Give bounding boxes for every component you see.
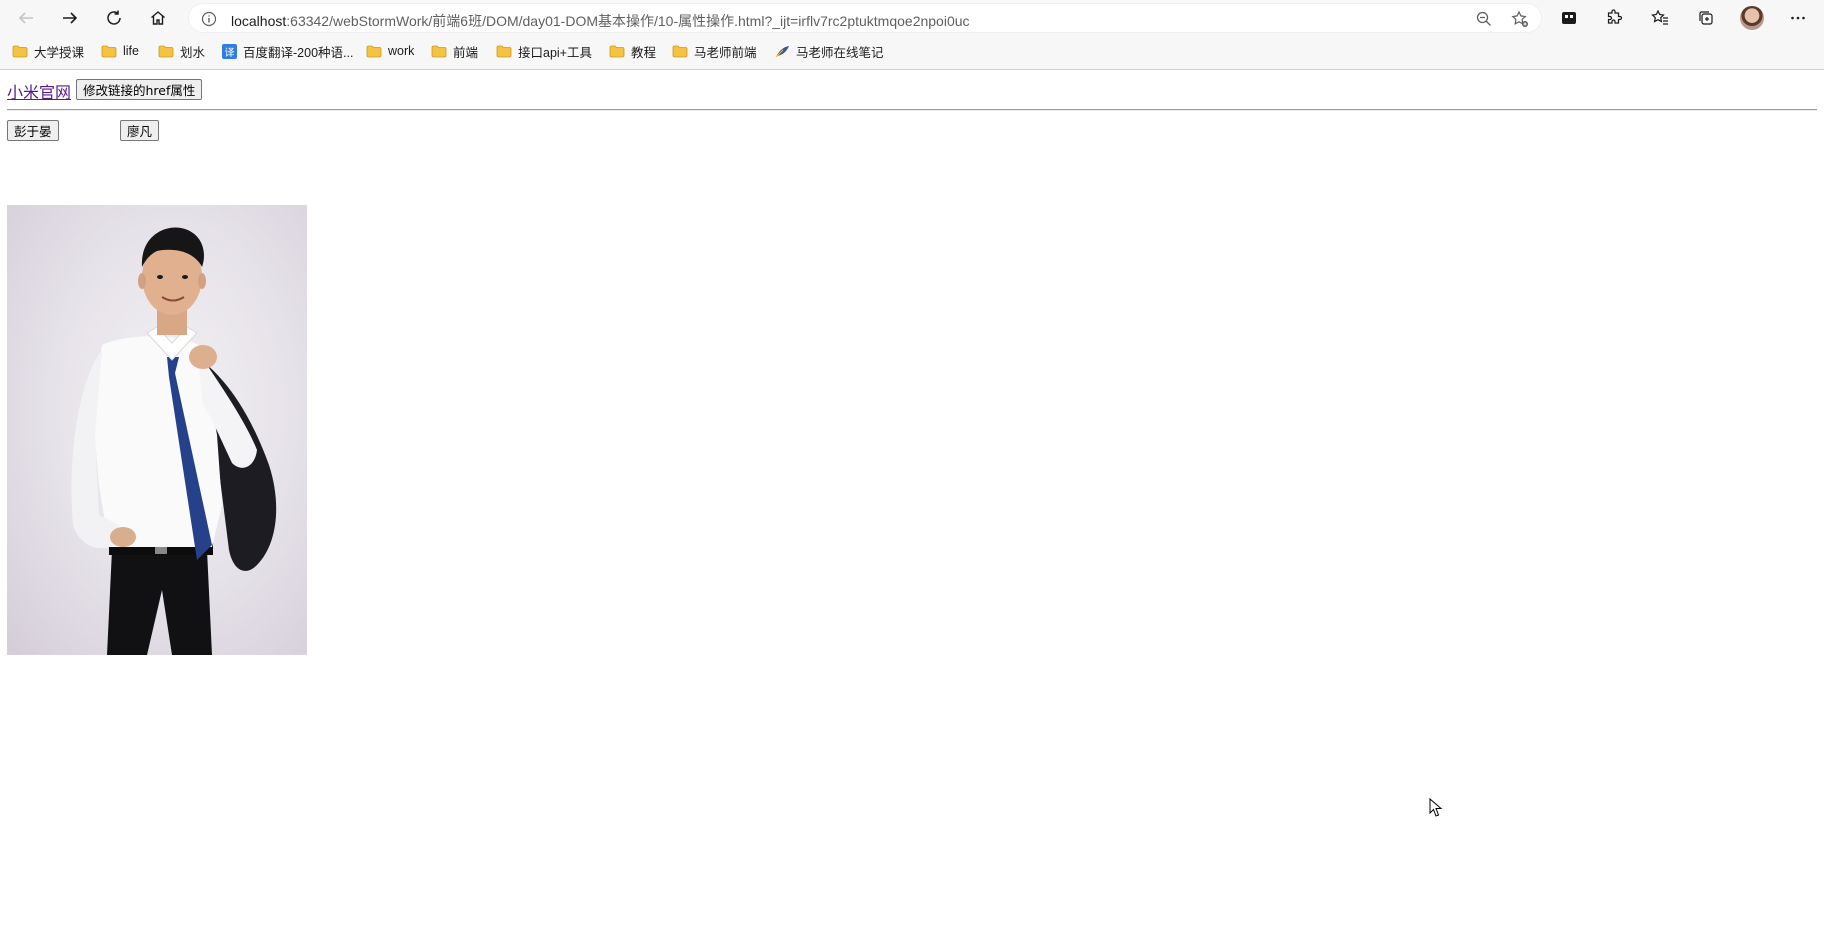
info-icon[interactable]: [201, 11, 217, 27]
bookmark-item[interactable]: 前端: [431, 41, 478, 61]
change-href-button[interactable]: 修改链接的href属性: [76, 79, 203, 100]
xiaomi-link[interactable]: 小米官网: [7, 79, 71, 103]
folder-icon: [101, 45, 117, 57]
bookmark-item[interactable]: 接口api+工具: [496, 41, 592, 61]
refresh-button[interactable]: [98, 3, 130, 33]
bookmark-label: work: [388, 44, 415, 58]
bookmark-label: 马老师前端: [694, 45, 757, 60]
folder-icon: [496, 45, 512, 57]
puzzle-extension-icon: [1562, 12, 1576, 24]
bookmark-label: 马老师在线笔记: [796, 45, 884, 60]
bookmark-label: life: [123, 44, 139, 58]
bookmark-label: 接口api+工具: [518, 45, 592, 60]
folder-icon: [366, 45, 382, 57]
bookmark-item[interactable]: life: [101, 41, 139, 61]
add-favorite-icon[interactable]: [1511, 10, 1529, 28]
extensions-icon: [1607, 9, 1623, 24]
favorites-icon: [1651, 9, 1668, 25]
address-bar[interactable]: localhost:63342/webStormWork/前端6班/DOM/da…: [188, 3, 1542, 33]
bookmark-label: 大学授课: [34, 45, 85, 60]
home-icon: [151, 11, 165, 25]
profile-avatar[interactable]: [1740, 6, 1764, 30]
collections-icon: [1699, 11, 1713, 25]
folder-icon: [12, 45, 28, 57]
bookmark-label: 百度翻译-200种语...: [243, 45, 354, 60]
extensions-button[interactable]: [1602, 6, 1626, 30]
zoom-out-icon[interactable]: [1475, 10, 1493, 28]
bookmark-item[interactable]: work: [366, 41, 414, 61]
forward-button[interactable]: [54, 3, 86, 33]
favorites-button[interactable]: [1648, 6, 1672, 30]
refresh-icon: [107, 10, 121, 25]
bookmark-item[interactable]: 教程: [609, 41, 656, 61]
bookmark-label: 教程: [631, 45, 657, 60]
browser-chrome: localhost:63342/webStormWork/前端6班/DOM/da…: [0, 0, 1824, 70]
bookmark-label: 划水: [180, 45, 206, 60]
feather-icon: [775, 45, 789, 57]
translate-icon: 译: [222, 43, 237, 59]
home-button[interactable]: [142, 3, 174, 33]
bookmark-item[interactable]: 马老师前端: [672, 41, 757, 61]
page-content: 小米官网 修改链接的href属性 彭于晏 廖凡: [0, 71, 1824, 943]
folder-icon: [672, 45, 688, 57]
back-arrow-icon: [18, 12, 33, 24]
forward-arrow-icon: [63, 12, 78, 24]
folder-icon: [431, 45, 447, 57]
url-path: :63342/webStormWork/前端6班/DOM/day01-DOM基本…: [286, 13, 970, 29]
bookmark-label: 前端: [453, 45, 479, 60]
url-text[interactable]: localhost:63342/webStormWork/前端6班/DOM/da…: [231, 11, 970, 31]
browser-toolbar: localhost:63342/webStormWork/前端6班/DOM/da…: [0, 0, 1824, 36]
folder-icon: [158, 45, 174, 57]
settings-more-button[interactable]: [1786, 6, 1810, 30]
url-host: localhost: [231, 13, 287, 29]
person-photo: [7, 205, 307, 655]
more-dots-icon: [1791, 16, 1805, 20]
bookmark-item[interactable]: 译 百度翻译-200种语...: [222, 41, 353, 61]
horizontal-rule: [7, 109, 1817, 111]
person-button-2[interactable]: 廖凡: [120, 120, 160, 141]
person-photo-illustration: [71, 227, 277, 655]
extension-button-1[interactable]: [1557, 6, 1581, 30]
bookmark-item[interactable]: 马老师在线笔记: [774, 41, 884, 61]
back-button[interactable]: [10, 3, 42, 33]
bookmarks-bar: 大学授课 life 划水 译 百度翻译-200种语... work 前端 接口a…: [0, 38, 1824, 64]
collections-button[interactable]: [1694, 6, 1718, 30]
folder-icon: [609, 45, 625, 57]
bookmark-item[interactable]: 大学授课: [12, 41, 84, 61]
person-button-1[interactable]: 彭于晏: [7, 120, 59, 141]
mouse-cursor-icon: [1429, 798, 1443, 817]
bookmark-item[interactable]: 划水: [158, 41, 205, 61]
